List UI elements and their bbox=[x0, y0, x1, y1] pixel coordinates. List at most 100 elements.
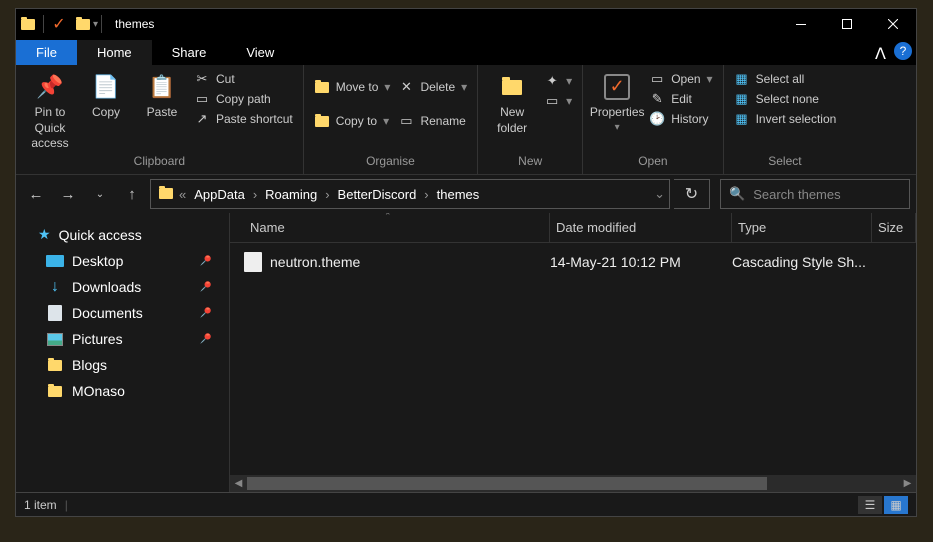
sidebar[interactable]: ★ Quick access Desktop 📍 ↓ Downloads 📍 D… bbox=[16, 213, 230, 492]
window-title: themes bbox=[115, 17, 154, 31]
forward-button[interactable]: → bbox=[54, 180, 82, 208]
scroll-right-icon[interactable]: ▶ bbox=[899, 475, 916, 492]
easy-access-icon: ▭ bbox=[544, 93, 560, 109]
chevron-icon[interactable]: « bbox=[177, 187, 188, 202]
chevron-right-icon[interactable]: › bbox=[323, 187, 331, 202]
sidebar-quick-access[interactable]: ★ Quick access bbox=[16, 221, 229, 248]
new-folder-button[interactable]: New folder bbox=[484, 67, 540, 136]
cut-button[interactable]: ✂Cut bbox=[194, 71, 293, 87]
path-icon: ▭ bbox=[194, 91, 210, 107]
collapse-ribbon-icon[interactable]: ᐱ bbox=[875, 44, 886, 64]
css-file-icon bbox=[244, 252, 262, 272]
star-icon: ★ bbox=[38, 226, 51, 243]
tab-file[interactable]: File bbox=[16, 40, 77, 65]
paste-shortcut-button[interactable]: ↗Paste shortcut bbox=[194, 111, 293, 127]
paste-icon: 📋 bbox=[146, 71, 178, 103]
qa-save-icon[interactable]: ✓ bbox=[51, 16, 67, 32]
recent-button[interactable]: ⌄ bbox=[86, 180, 114, 208]
new-item-button[interactable]: ✦▾ bbox=[544, 73, 572, 89]
horizontal-scrollbar[interactable]: ◀ ▶ bbox=[230, 475, 916, 492]
ribbon-group-clipboard: 📌 Pin to Quick access 📄 Copy 📋 Paste ✂Cu… bbox=[16, 65, 304, 174]
crumb-appdata[interactable]: AppData bbox=[188, 187, 251, 202]
sidebar-item-blogs[interactable]: Blogs bbox=[16, 352, 229, 378]
sidebar-item-downloads[interactable]: ↓ Downloads 📍 bbox=[16, 274, 229, 300]
chevron-right-icon[interactable]: › bbox=[422, 187, 430, 202]
tab-view[interactable]: View bbox=[226, 40, 294, 65]
new-item-icon: ✦ bbox=[544, 73, 560, 89]
properties-button[interactable]: ✓ Properties▾ bbox=[589, 67, 645, 134]
pin-quick-access-button[interactable]: 📌 Pin to Quick access bbox=[22, 67, 78, 152]
file-list[interactable]: neutron.theme 14-May-21 10:12 PM Cascadi… bbox=[230, 243, 916, 475]
details-view-button[interactable]: ☰ bbox=[858, 496, 882, 514]
invert-selection-button[interactable]: ▦Invert selection bbox=[734, 111, 837, 127]
file-date: 14-May-21 10:12 PM bbox=[550, 254, 732, 270]
scroll-left-icon[interactable]: ◀ bbox=[230, 475, 247, 492]
content-area: ★ Quick access Desktop 📍 ↓ Downloads 📍 D… bbox=[16, 213, 916, 492]
select-all-button[interactable]: ▦Select all bbox=[734, 71, 837, 87]
select-all-icon: ▦ bbox=[734, 71, 750, 87]
close-button[interactable] bbox=[870, 9, 916, 39]
refresh-button[interactable]: ↻ bbox=[674, 179, 710, 209]
pictures-icon bbox=[46, 332, 64, 346]
minimize-button[interactable] bbox=[778, 9, 824, 39]
pin-icon: 📍 bbox=[195, 329, 215, 349]
crumb-roaming[interactable]: Roaming bbox=[259, 187, 323, 202]
qa-folder-icon[interactable] bbox=[75, 16, 91, 32]
thumbnails-view-button[interactable]: ▦ bbox=[884, 496, 908, 514]
move-to-button[interactable]: Move to ▾ bbox=[314, 79, 391, 95]
search-placeholder: Search themes bbox=[753, 187, 840, 202]
addr-dropdown-icon[interactable]: ⌄ bbox=[654, 186, 665, 202]
history-icon: 🕑 bbox=[649, 111, 665, 127]
rename-button[interactable]: ▭Rename bbox=[398, 113, 467, 129]
file-type: Cascading Style Sh... bbox=[732, 254, 882, 270]
delete-button[interactable]: ✕Delete ▾ bbox=[398, 79, 467, 95]
tab-share[interactable]: Share bbox=[152, 40, 227, 65]
open-icon: ▭ bbox=[649, 71, 665, 87]
file-row[interactable]: neutron.theme 14-May-21 10:12 PM Cascadi… bbox=[230, 247, 916, 277]
sidebar-item-documents[interactable]: Documents 📍 bbox=[16, 300, 229, 326]
invert-icon: ▦ bbox=[734, 111, 750, 127]
edit-button[interactable]: ✎Edit bbox=[649, 91, 712, 107]
chevron-right-icon[interactable]: › bbox=[251, 187, 259, 202]
folder-icon bbox=[46, 358, 64, 372]
new-folder-icon bbox=[496, 71, 528, 103]
ribbon-group-select: ▦Select all ▦Select none ▦Invert selecti… bbox=[724, 65, 847, 174]
ribbon-tabs: File Home Share View ᐱ ? bbox=[16, 39, 916, 65]
search-box[interactable]: 🔍 Search themes bbox=[720, 179, 910, 209]
explorer-window: ✓ ▾ themes File Home Share View ᐱ ? 📌 Pi… bbox=[15, 8, 917, 517]
select-none-button[interactable]: ▦Select none bbox=[734, 91, 837, 107]
documents-icon bbox=[46, 306, 64, 320]
crumb-themes[interactable]: themes bbox=[431, 187, 486, 202]
up-button[interactable]: ↑ bbox=[118, 180, 146, 208]
tab-home[interactable]: Home bbox=[77, 40, 152, 65]
folder-icon bbox=[159, 187, 173, 202]
rename-icon: ▭ bbox=[398, 113, 414, 129]
scroll-thumb[interactable] bbox=[247, 477, 767, 490]
sort-indicator-icon: ⌃ bbox=[384, 213, 392, 222]
open-button[interactable]: ▭Open ▾ bbox=[649, 71, 712, 87]
move-icon bbox=[314, 79, 330, 95]
copy-to-button[interactable]: Copy to ▾ bbox=[314, 113, 391, 129]
ribbon-group-organise: Move to ▾ Copy to ▾ ✕Delete ▾ ▭Rename Or… bbox=[304, 65, 478, 174]
easy-access-button[interactable]: ▭▾ bbox=[544, 93, 572, 109]
maximize-button[interactable] bbox=[824, 9, 870, 39]
copy-button[interactable]: 📄 Copy bbox=[78, 67, 134, 121]
help-button[interactable]: ? bbox=[894, 42, 912, 60]
copy-path-button[interactable]: ▭Copy path bbox=[194, 91, 293, 107]
sidebar-item-pictures[interactable]: Pictures 📍 bbox=[16, 326, 229, 352]
paste-button[interactable]: 📋 Paste bbox=[134, 67, 190, 121]
scroll-track[interactable] bbox=[247, 475, 899, 492]
pin-icon: 📍 bbox=[195, 303, 215, 323]
delete-icon: ✕ bbox=[398, 79, 414, 95]
sidebar-item-desktop[interactable]: Desktop 📍 bbox=[16, 248, 229, 274]
address-bar[interactable]: « AppData› Roaming› BetterDiscord› theme… bbox=[150, 179, 670, 209]
status-bar: 1 item | ☰ ▦ bbox=[16, 492, 916, 516]
back-button[interactable]: ← bbox=[22, 180, 50, 208]
nav-bar: ← → ⌄ ↑ « AppData› Roaming› BetterDiscor… bbox=[16, 175, 916, 213]
history-button[interactable]: 🕑History bbox=[649, 111, 712, 127]
properties-icon: ✓ bbox=[601, 71, 633, 103]
pin-icon: 📍 bbox=[195, 277, 215, 297]
titlebar[interactable]: ✓ ▾ themes bbox=[16, 9, 916, 39]
sidebar-item-monaso[interactable]: MOnaso bbox=[16, 378, 229, 404]
crumb-betterdiscord[interactable]: BetterDiscord bbox=[332, 187, 423, 202]
